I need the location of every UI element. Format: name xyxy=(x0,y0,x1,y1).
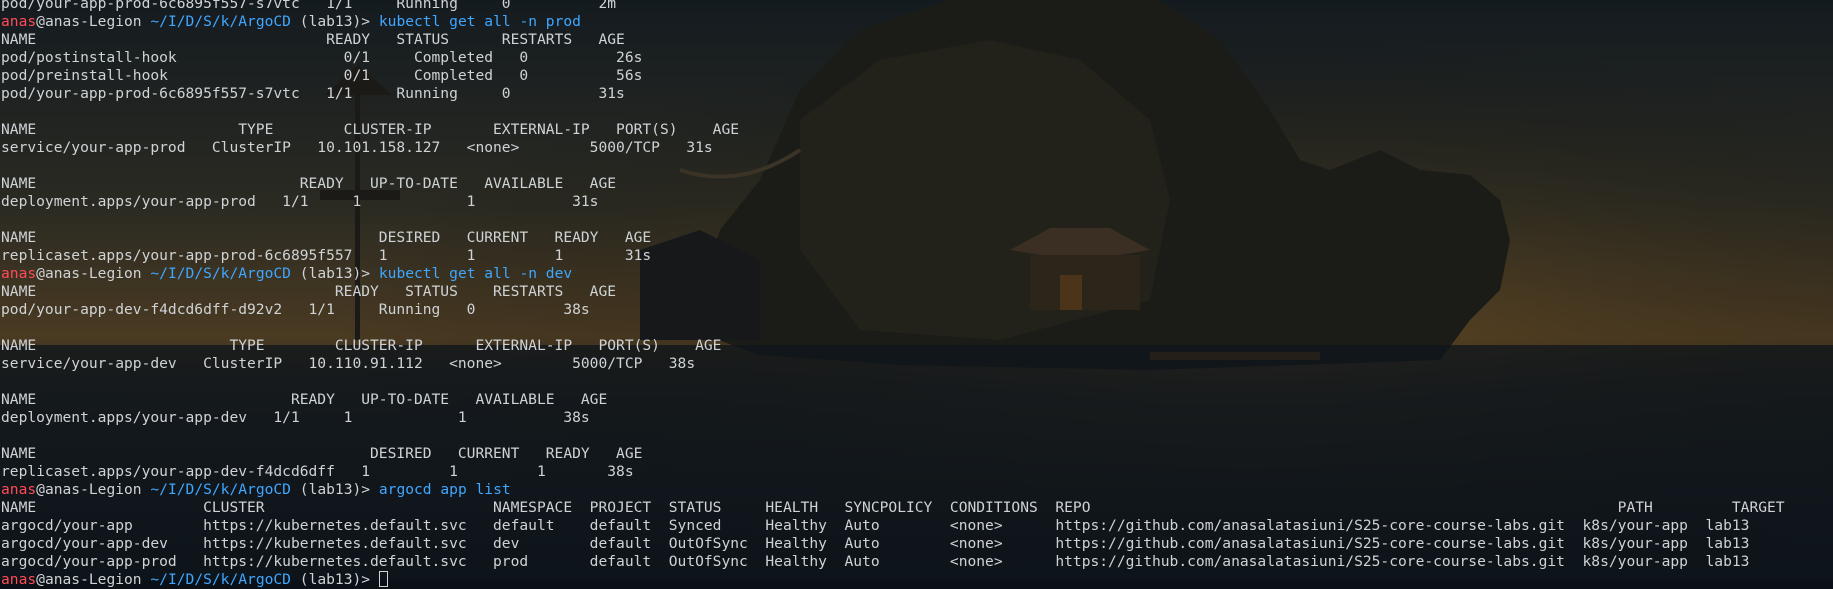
output-line: argocd/your-app-dev https://kubernetes.d… xyxy=(1,535,1750,552)
output-line: pod/postinstall-hook 0/1 Completed 0 26s xyxy=(1,49,643,66)
prompt-line: anas@anas-Legion ~/I/D/S/k/ArgoCD (lab13… xyxy=(1,571,1785,589)
output-line: NAME READY STATUS RESTARTS AGE xyxy=(1,31,625,48)
prompt-host: @anas-Legion xyxy=(36,481,142,498)
output-line: NAME READY UP-TO-DATE AVAILABLE AGE xyxy=(1,391,608,408)
prompt-cwd: ~/I/D/S/k/ArgoCD xyxy=(150,481,291,498)
prompt-cwd: ~/I/D/S/k/ArgoCD xyxy=(150,571,291,588)
prompt-line: anas@anas-Legion ~/I/D/S/k/ArgoCD (lab13… xyxy=(1,13,1785,31)
prompt-branch: (lab13)> xyxy=(299,265,371,282)
cursor-block[interactable] xyxy=(378,571,388,587)
output-line: argocd/your-app-prod https://kubernetes.… xyxy=(1,553,1750,570)
prompt-cwd: ~/I/D/S/k/ArgoCD xyxy=(150,265,291,282)
output-line: deployment.apps/your-app-prod 1/1 1 1 31… xyxy=(1,193,599,210)
prompt-user: anas xyxy=(1,13,37,30)
terminal-output[interactable]: pod/your-app-prod-6c6895f557-s7vtc 1/1 R… xyxy=(1,0,1785,589)
output-line: pod/your-app-dev-f4dcd6dff-d92v2 1/1 Run… xyxy=(1,301,590,318)
prompt-line: anas@anas-Legion ~/I/D/S/k/ArgoCD (lab13… xyxy=(1,481,1785,499)
output-line: replicaset.apps/your-app-dev-f4dcd6dff 1… xyxy=(1,463,634,480)
prompt-user: anas xyxy=(1,571,37,588)
output-line: service/your-app-prod ClusterIP 10.101.1… xyxy=(1,139,713,156)
command-text: kubectl get all -n dev xyxy=(378,265,573,282)
output-line: pod/preinstall-hook 0/1 Completed 0 56s xyxy=(1,67,643,84)
prompt-user: anas xyxy=(1,265,37,282)
output-line: deployment.apps/your-app-dev 1/1 1 1 38s xyxy=(1,409,590,426)
output-line: pod/your-app-prod-6c6895f557-s7vtc 1/1 R… xyxy=(1,0,617,12)
prompt-host: @anas-Legion xyxy=(36,571,142,588)
output-line: NAME DESIRED CURRENT READY AGE xyxy=(1,445,643,462)
output-line: NAME DESIRED CURRENT READY AGE xyxy=(1,229,652,246)
output-line: NAME READY UP-TO-DATE AVAILABLE AGE xyxy=(1,175,617,192)
prompt-user: anas xyxy=(1,481,37,498)
output-line: replicaset.apps/your-app-prod-6c6895f557… xyxy=(1,247,652,264)
prompt-cwd: ~/I/D/S/k/ArgoCD xyxy=(150,13,291,30)
output-line: service/your-app-dev ClusterIP 10.110.91… xyxy=(1,355,696,372)
prompt-branch: (lab13)> xyxy=(299,481,371,498)
prompt-host: @anas-Legion xyxy=(36,265,142,282)
output-line: pod/your-app-prod-6c6895f557-s7vtc 1/1 R… xyxy=(1,85,625,102)
command-text: kubectl get all -n prod xyxy=(378,13,581,30)
output-line: argocd/your-app https://kubernetes.defau… xyxy=(1,517,1750,534)
output-line: NAME CLUSTER NAMESPACE PROJECT STATUS HE… xyxy=(1,499,1785,516)
prompt-host: @anas-Legion xyxy=(36,13,142,30)
prompt-branch: (lab13)> xyxy=(299,571,371,588)
output-line: NAME READY STATUS RESTARTS AGE xyxy=(1,283,617,300)
prompt-line: anas@anas-Legion ~/I/D/S/k/ArgoCD (lab13… xyxy=(1,265,1785,283)
output-line: NAME TYPE CLUSTER-IP EXTERNAL-IP PORT(S)… xyxy=(1,337,722,354)
output-line: NAME TYPE CLUSTER-IP EXTERNAL-IP PORT(S)… xyxy=(1,121,740,138)
prompt-branch: (lab13)> xyxy=(299,13,371,30)
command-text: argocd app list xyxy=(378,481,511,498)
